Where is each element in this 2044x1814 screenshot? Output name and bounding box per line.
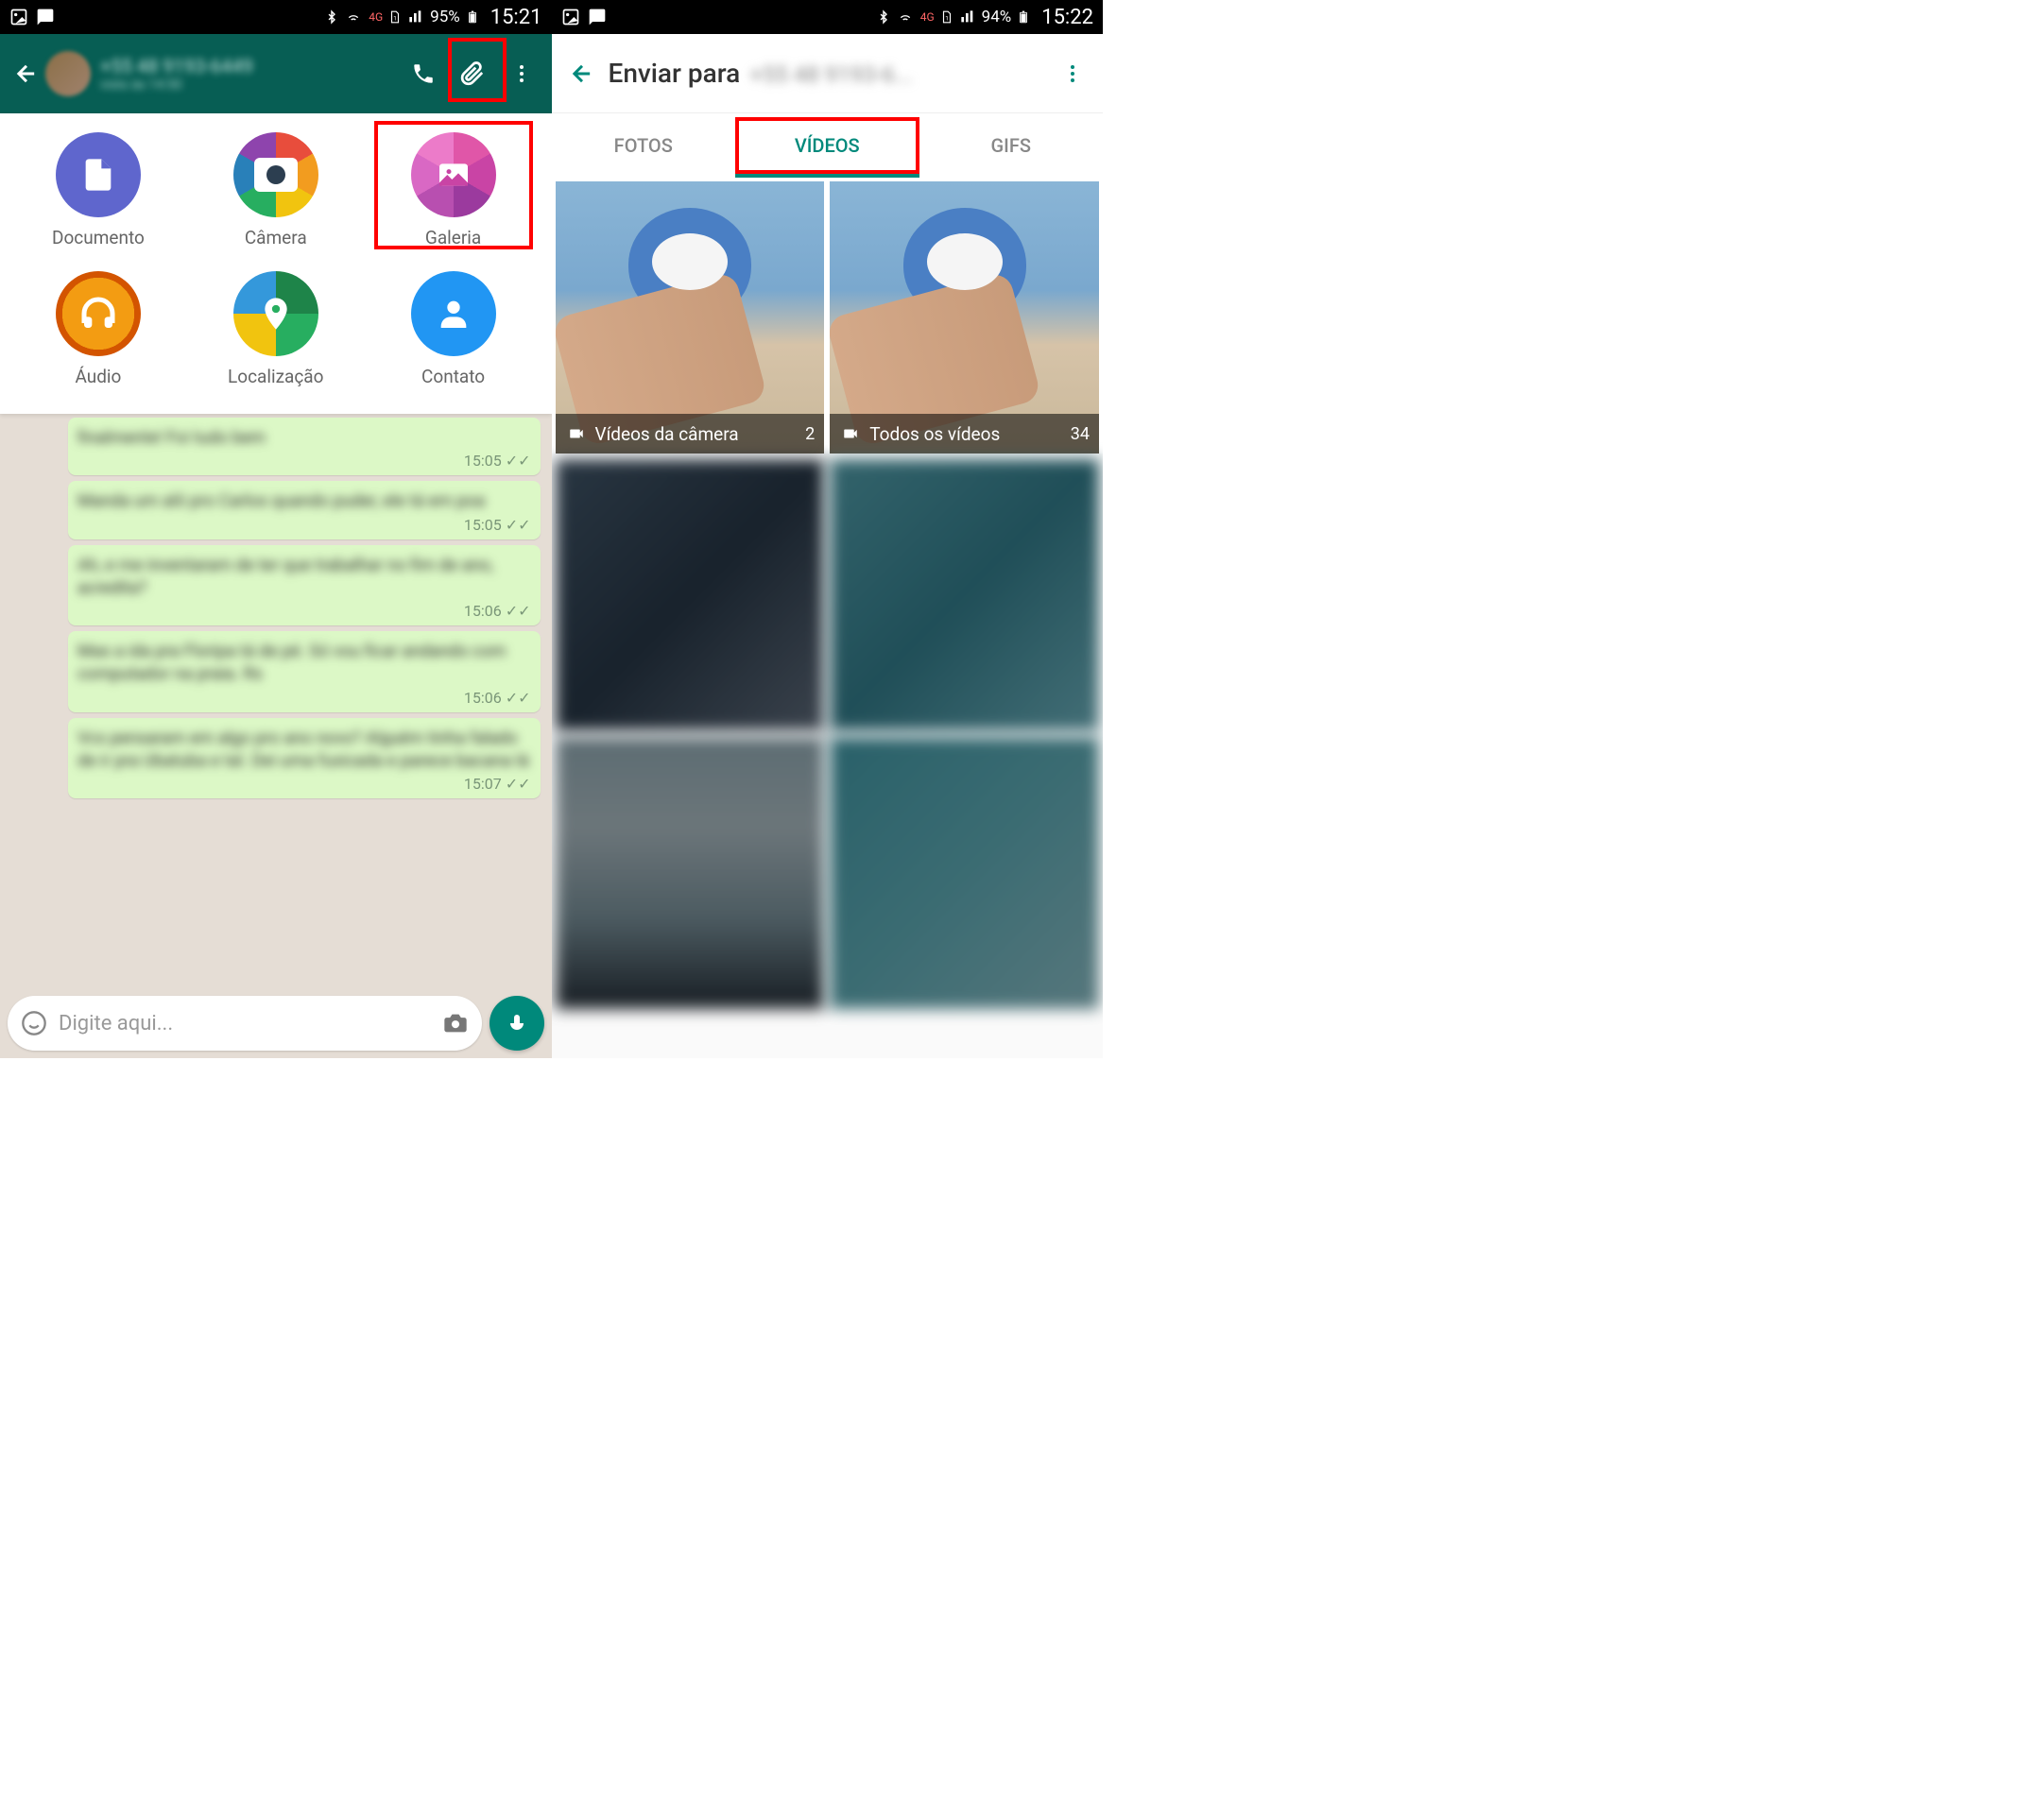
attach-location[interactable]: Localização bbox=[187, 271, 365, 387]
person-icon bbox=[435, 295, 472, 333]
gallery-recipient-blurred: +55 48 9193-6... bbox=[749, 61, 913, 88]
attach-document[interactable]: Documento bbox=[9, 132, 187, 248]
video-camera-icon bbox=[565, 425, 588, 442]
phone-icon bbox=[411, 61, 436, 86]
more-vert-icon bbox=[510, 62, 533, 85]
attach-audio[interactable]: Áudio bbox=[9, 271, 187, 387]
input-bar: Digite aqui... bbox=[8, 996, 544, 1051]
wifi-icon bbox=[896, 9, 915, 25]
chat-icon bbox=[588, 8, 607, 26]
message-input[interactable]: Digite aqui... bbox=[8, 996, 482, 1051]
tab-gifs[interactable]: GIFS bbox=[919, 113, 1104, 178]
message-bubble: Mas a ida pra Floripa tá de pé. Só vou f… bbox=[68, 631, 541, 712]
svg-text:1: 1 bbox=[945, 15, 949, 23]
attach-label: Câmera bbox=[245, 227, 307, 248]
clock: 15:21 bbox=[490, 6, 542, 29]
input-placeholder: Digite aqui... bbox=[59, 1012, 431, 1035]
attach-label: Áudio bbox=[75, 366, 121, 387]
voice-button[interactable] bbox=[490, 996, 544, 1051]
message-bubble: Ah, e me inventaram de ter que trabalhar… bbox=[68, 545, 541, 626]
network-indicator: 4G bbox=[369, 10, 383, 24]
attach-label: Contato bbox=[421, 366, 485, 387]
sim-icon: 1 bbox=[388, 9, 402, 26]
attach-label: Localização bbox=[228, 366, 323, 387]
attach-label: Documento bbox=[52, 227, 145, 248]
battery-icon bbox=[466, 8, 479, 26]
video-folder-grid: Vídeos da câmera 2 Todos os vídeos 34 bbox=[552, 178, 1104, 454]
paperclip-icon bbox=[460, 61, 485, 86]
headphones-icon bbox=[79, 295, 117, 333]
attach-gallery[interactable]: Galeria bbox=[365, 132, 542, 248]
screenshot-icon bbox=[9, 8, 28, 26]
status-bar: 4G 1 95% 15:21 bbox=[0, 0, 552, 34]
left-screenshot: 4G 1 95% 15:21 +55 48 9193-6449 visto às… bbox=[0, 0, 552, 1058]
chat-icon bbox=[36, 8, 55, 26]
signal-icon bbox=[407, 9, 424, 25]
message-bubble: finalmente! Foi tudo bem 15:05✓✓ bbox=[68, 418, 541, 475]
video-folder-item[interactable]: Todos os vídeos 34 bbox=[830, 181, 1099, 454]
signal-icon bbox=[959, 9, 976, 25]
gallery-title: Enviar para bbox=[609, 58, 741, 89]
location-icon bbox=[257, 295, 295, 333]
sim-icon: 1 bbox=[940, 9, 953, 26]
attach-button[interactable] bbox=[450, 51, 495, 96]
back-button[interactable] bbox=[8, 60, 45, 87]
message-bubble: Manda um alô pro Carlos quando puder, el… bbox=[68, 481, 541, 539]
wifi-icon bbox=[344, 9, 363, 25]
attachment-panel: Documento Câmera Galeria Áudio bbox=[0, 113, 552, 414]
image-icon bbox=[435, 156, 472, 194]
video-camera-icon bbox=[839, 425, 862, 442]
arrow-left-icon bbox=[13, 60, 40, 87]
chat-header: +55 48 9193-6449 visto às 14:50 bbox=[0, 34, 552, 113]
bluetooth-icon bbox=[325, 9, 338, 26]
video-folder-item[interactable] bbox=[830, 459, 1099, 731]
tab-videos[interactable]: VÍDEOS bbox=[735, 113, 919, 178]
video-folder-item[interactable] bbox=[556, 737, 825, 1009]
chat-messages: finalmente! Foi tudo bem 15:05✓✓ Manda u… bbox=[0, 414, 552, 808]
clock: 15:22 bbox=[1041, 6, 1093, 29]
video-folder-item[interactable] bbox=[556, 459, 825, 731]
gallery-picker-header: Enviar para +55 48 9193-6... bbox=[552, 34, 1104, 113]
call-button[interactable] bbox=[401, 51, 446, 96]
camera-input-icon[interactable] bbox=[442, 1010, 469, 1036]
folder-count: 34 bbox=[1071, 424, 1090, 444]
battery-percent: 94% bbox=[982, 8, 1012, 26]
folder-name: Vídeos da câmera bbox=[595, 423, 739, 445]
folder-count: 2 bbox=[805, 424, 815, 444]
network-indicator: 4G bbox=[920, 10, 935, 24]
mic-icon bbox=[506, 1012, 528, 1035]
status-bar: 4G 1 94% 15:22 bbox=[552, 0, 1104, 34]
video-folder-item[interactable] bbox=[830, 737, 1099, 1009]
arrow-left-icon bbox=[569, 60, 595, 87]
back-button[interactable] bbox=[563, 60, 601, 87]
battery-icon bbox=[1017, 8, 1030, 26]
more-button[interactable] bbox=[499, 51, 544, 96]
svg-text:1: 1 bbox=[393, 15, 397, 23]
tab-fotos[interactable]: FOTOS bbox=[552, 113, 736, 178]
screenshot-icon bbox=[561, 8, 580, 26]
contact-info[interactable]: +55 48 9193-6449 visto às 14:50 bbox=[100, 55, 401, 93]
media-tabs: FOTOS VÍDEOS GIFS bbox=[552, 113, 1104, 178]
right-screenshot: 4G 1 94% 15:22 Enviar para +55 48 9193-6… bbox=[552, 0, 1104, 1058]
folder-name: Todos os vídeos bbox=[869, 423, 1000, 445]
video-folder-item[interactable]: Vídeos da câmera 2 bbox=[556, 181, 825, 454]
message-bubble: Vcs pensaram em algo pro ano novo? Algué… bbox=[68, 718, 541, 799]
attach-camera[interactable]: Câmera bbox=[187, 132, 365, 248]
emoji-icon[interactable] bbox=[21, 1010, 47, 1036]
more-button[interactable] bbox=[1054, 62, 1091, 85]
battery-percent: 95% bbox=[430, 8, 460, 26]
more-vert-icon bbox=[1061, 62, 1084, 85]
bluetooth-icon bbox=[877, 9, 890, 26]
attach-contact[interactable]: Contato bbox=[365, 271, 542, 387]
attach-label: Galeria bbox=[425, 227, 481, 248]
avatar[interactable] bbox=[45, 51, 91, 96]
document-icon bbox=[79, 156, 117, 194]
dimmed-content-area bbox=[552, 454, 1104, 1009]
